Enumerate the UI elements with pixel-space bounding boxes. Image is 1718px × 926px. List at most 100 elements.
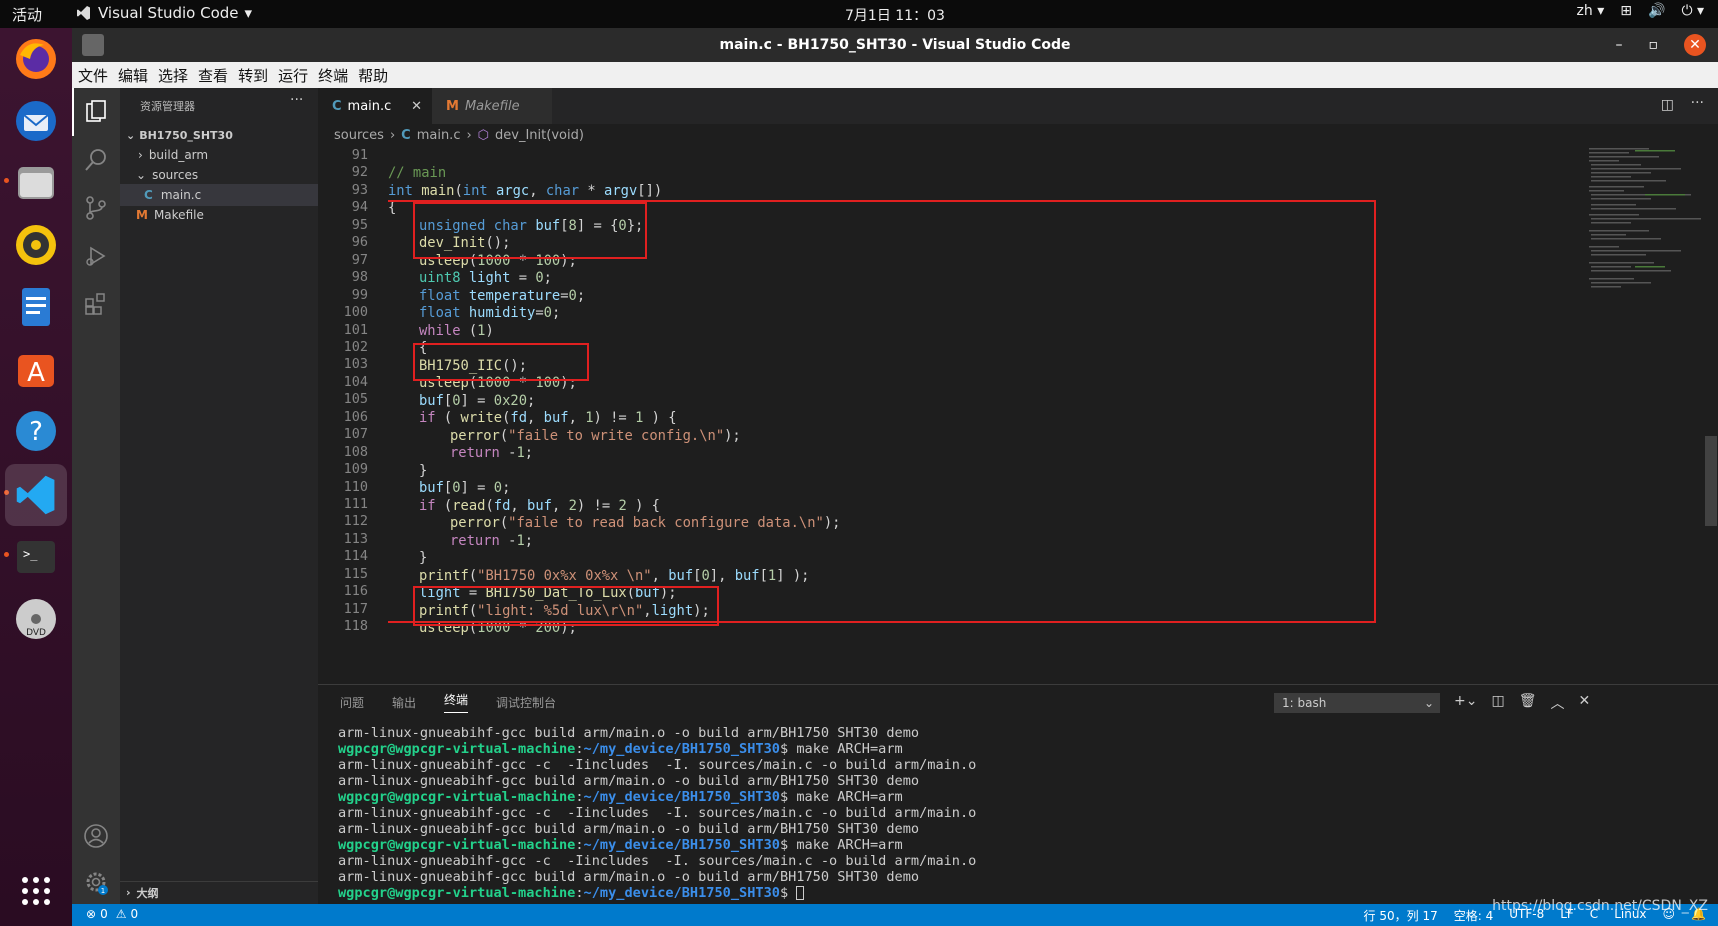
line-number: 117 (343, 600, 368, 617)
new-terminal-icon[interactable]: +⌄ (1454, 693, 1477, 713)
maximize-panel-icon[interactable]: ︿ (1550, 693, 1564, 713)
breadcrumb-file[interactable]: main.c (417, 128, 461, 143)
tab-problems[interactable]: 问题 (340, 694, 364, 711)
writer-icon[interactable] (11, 282, 61, 332)
activities-button[interactable]: 活动 (12, 4, 42, 25)
tree-item-main-c[interactable]: C main.c (120, 184, 318, 206)
close-tab-icon[interactable]: ✕ (411, 99, 422, 114)
tree-item-makefile[interactable]: M Makefile (120, 204, 318, 226)
menu-help[interactable]: 帮助 (358, 65, 388, 86)
code-line: { (388, 200, 397, 216)
tree-item-build-arm[interactable]: › build_arm (120, 144, 318, 166)
code-line: float humidity=0; (419, 305, 561, 321)
project-name: BH1750_SHT30 (139, 128, 233, 142)
menu-selection[interactable]: 选择 (158, 65, 188, 86)
c-file-icon: C (401, 127, 411, 143)
input-language[interactable]: zh ▾ (1577, 3, 1605, 19)
run-debug-icon[interactable] (80, 240, 112, 272)
editor-scrollbar[interactable] (1703, 146, 1718, 684)
c-file-icon: C (144, 188, 153, 202)
menu-terminal[interactable]: 终端 (318, 65, 348, 86)
split-terminal-icon[interactable]: ◫ (1491, 693, 1504, 713)
tab-label: Makefile (464, 98, 520, 114)
tree-item-label: sources (152, 168, 199, 182)
makefile-icon: M (136, 208, 148, 222)
app-menu[interactable]: Visual Studio Code ▾ (76, 4, 252, 22)
line-number: 99 (351, 286, 368, 303)
menu-file[interactable]: 文件 (78, 65, 108, 86)
menu-view[interactable]: 查看 (198, 65, 228, 86)
line-number: 91 (351, 147, 368, 163)
network-icon[interactable]: ⊞ (1620, 3, 1632, 19)
source-control-icon[interactable] (80, 192, 112, 224)
svg-text:A: A (27, 358, 45, 388)
close-panel-icon[interactable]: ✕ (1578, 693, 1590, 713)
menu-go[interactable]: 转到 (238, 65, 268, 86)
extensions-icon[interactable] (80, 288, 112, 320)
software-center-icon[interactable]: A (11, 344, 61, 394)
show-apps-icon[interactable] (11, 866, 61, 916)
code-line: return -1; (450, 445, 534, 461)
line-number: 105 (343, 391, 368, 408)
line-number: 108 (343, 443, 368, 460)
tab-debug-console[interactable]: 调试控制台 (496, 694, 556, 711)
terminal-panel: 问题 输出 终端 调试控制台 1: bash ⌄ +⌄ ◫ 🗑 ︿ ✕ arm-… (318, 684, 1718, 904)
line-number: 102 (343, 338, 368, 355)
thunderbird-icon[interactable] (11, 96, 61, 146)
account-icon[interactable] (80, 820, 112, 852)
chevron-right-icon: › (138, 148, 143, 162)
tree-item-sources[interactable]: ⌄ sources (120, 164, 318, 186)
tab-output[interactable]: 输出 (392, 694, 416, 711)
minimap[interactable] (1585, 146, 1703, 684)
code-line: usleep(1000 * 200); (419, 620, 577, 636)
terminal-cursor (796, 886, 805, 900)
vscode-dock-icon[interactable] (5, 464, 67, 526)
terminal-select[interactable]: 1: bash ⌄ (1274, 693, 1440, 713)
close-button[interactable]: ✕ (1684, 34, 1706, 56)
minimize-button[interactable]: – (1616, 37, 1623, 53)
dock: A ? >_ DVD (0, 28, 72, 926)
more-actions-icon[interactable]: ··· (1691, 95, 1704, 111)
explorer-icon[interactable] (80, 96, 112, 128)
indentation[interactable]: 空格: 4 (1454, 907, 1494, 924)
breadcrumb-folder[interactable]: sources (334, 128, 384, 143)
activity-bar: 1 (72, 88, 120, 904)
volume-icon[interactable]: 🔊 (1648, 3, 1665, 19)
terminal-output[interactable]: arm-linux-gnueabihf-gcc build arm/main.o… (338, 725, 976, 901)
power-icon[interactable]: ⏻ ▾ (1681, 3, 1704, 19)
more-actions-icon[interactable]: ··· (290, 92, 303, 108)
search-icon[interactable] (80, 144, 112, 176)
menu-run[interactable]: 运行 (278, 65, 308, 86)
maximize-button[interactable]: ▫ (1649, 37, 1659, 53)
terminal-line: arm-linux-gnueabihf-gcc build arm/main.o… (338, 821, 920, 837)
code-editor[interactable]: // main int main(int argc, char * argv[]… (388, 146, 1588, 684)
firefox-icon[interactable] (11, 34, 61, 84)
files-icon[interactable] (11, 158, 61, 208)
terminal-line: arm-linux-gnueabihf-gcc -c -Iincludes -I… (338, 805, 977, 821)
cursor-position[interactable]: 行 50，列 17 (1364, 907, 1438, 924)
terminal-prompt-line: wgpcgr@wgpcgr-virtual-machine:~/my_devic… (338, 837, 903, 853)
trash-icon[interactable]: 🗑 (1519, 693, 1537, 713)
clock[interactable]: 7月1日 11：03 (845, 5, 945, 25)
rhythmbox-icon[interactable] (11, 220, 61, 270)
line-number: 92 (351, 164, 368, 181)
dvd-icon[interactable]: DVD (11, 594, 61, 644)
svg-text:1: 1 (101, 887, 105, 895)
split-editor-icon[interactable]: ◫ (1661, 97, 1674, 113)
menu-edit[interactable]: 编辑 (118, 65, 148, 86)
tab-terminal[interactable]: 终端 (444, 691, 469, 713)
tab-makefile[interactable]: M Makefile (432, 88, 552, 124)
breadcrumb-symbol[interactable]: dev_Init(void) (495, 128, 584, 143)
help-icon[interactable]: ? (11, 406, 61, 456)
project-root[interactable]: ⌄ BH1750_SHT30 (120, 124, 318, 146)
problems-status[interactable]: ⊗ 0 ⚠ 0 (86, 907, 138, 921)
settings-gear-icon[interactable]: 1 (80, 866, 112, 898)
terminal-icon[interactable]: >_ (11, 532, 61, 582)
line-number: 118 (343, 618, 368, 635)
terminal-select-value: 1: bash (1282, 696, 1327, 710)
line-number: 96 (351, 234, 368, 251)
line-number: 111 (343, 496, 368, 512)
outline-section[interactable]: › 大纲 (120, 881, 318, 903)
line-number: 93 (351, 181, 368, 198)
tab-main-c[interactable]: C main.c ✕ (318, 88, 432, 124)
